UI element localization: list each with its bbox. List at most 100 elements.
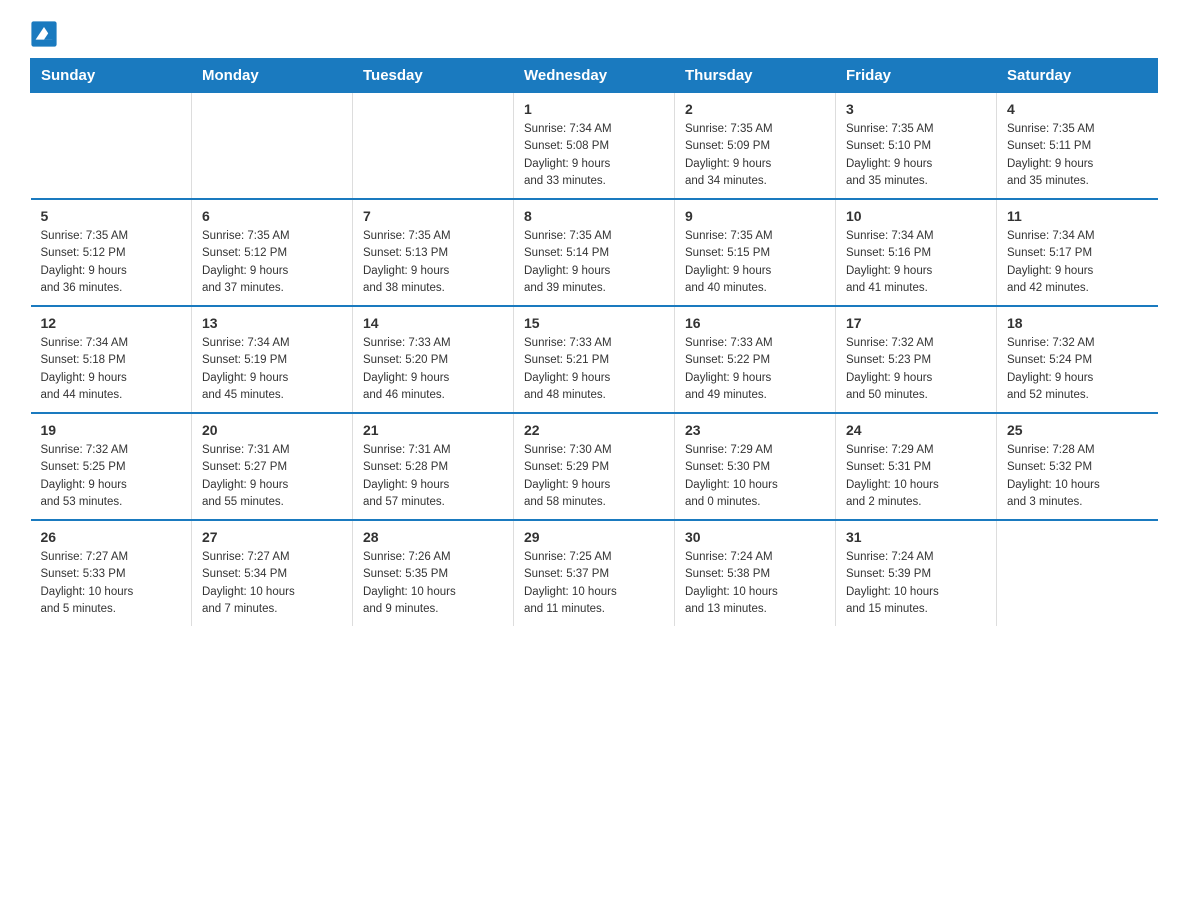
day-info: Sunrise: 7:35 AM Sunset: 5:13 PM Dayligh… xyxy=(363,228,503,297)
day-number: 25 xyxy=(1007,422,1148,438)
col-header-saturday: Saturday xyxy=(997,59,1158,93)
day-number: 12 xyxy=(41,315,182,331)
calendar-row-week-3: 12 Sunrise: 7:34 AM Sunset: 5:18 PM Dayli… xyxy=(31,306,1158,413)
day-info: Sunrise: 7:34 AM Sunset: 5:16 PM Dayligh… xyxy=(846,228,986,297)
col-header-friday: Friday xyxy=(836,59,997,93)
calendar-row-week-4: 19 Sunrise: 7:32 AM Sunset: 5:25 PM Dayli… xyxy=(31,413,1158,520)
day-info: Sunrise: 7:33 AM Sunset: 5:22 PM Dayligh… xyxy=(685,335,825,404)
col-header-sunday: Sunday xyxy=(31,59,192,93)
day-number: 17 xyxy=(846,315,986,331)
calendar-cell: 15 Sunrise: 7:33 AM Sunset: 5:21 PM Dayli… xyxy=(514,306,675,413)
day-info: Sunrise: 7:32 AM Sunset: 5:24 PM Dayligh… xyxy=(1007,335,1148,404)
day-info: Sunrise: 7:33 AM Sunset: 5:21 PM Dayligh… xyxy=(524,335,664,404)
day-number: 2 xyxy=(685,101,825,117)
day-info: Sunrise: 7:32 AM Sunset: 5:23 PM Dayligh… xyxy=(846,335,986,404)
calendar-cell: 20 Sunrise: 7:31 AM Sunset: 5:27 PM Dayli… xyxy=(192,413,353,520)
calendar-row-week-5: 26 Sunrise: 7:27 AM Sunset: 5:33 PM Dayli… xyxy=(31,520,1158,626)
day-number: 26 xyxy=(41,529,182,545)
day-number: 9 xyxy=(685,208,825,224)
day-number: 21 xyxy=(363,422,503,438)
day-number: 28 xyxy=(363,529,503,545)
day-number: 22 xyxy=(524,422,664,438)
day-number: 16 xyxy=(685,315,825,331)
calendar-cell: 9 Sunrise: 7:35 AM Sunset: 5:15 PM Daylig… xyxy=(675,199,836,306)
day-info: Sunrise: 7:34 AM Sunset: 5:08 PM Dayligh… xyxy=(524,121,664,190)
day-info: Sunrise: 7:24 AM Sunset: 5:38 PM Dayligh… xyxy=(685,549,825,618)
calendar-cell: 30Sunrise: 7:24 AM Sunset: 5:38 PM Dayli… xyxy=(675,520,836,626)
day-number: 6 xyxy=(202,208,342,224)
day-info: Sunrise: 7:26 AM Sunset: 5:35 PM Dayligh… xyxy=(363,549,503,618)
day-info: Sunrise: 7:27 AM Sunset: 5:34 PM Dayligh… xyxy=(202,549,342,618)
col-header-monday: Monday xyxy=(192,59,353,93)
calendar-cell: 1 Sunrise: 7:34 AM Sunset: 5:08 PM Daylig… xyxy=(514,93,675,200)
day-number: 8 xyxy=(524,208,664,224)
day-info: Sunrise: 7:27 AM Sunset: 5:33 PM Dayligh… xyxy=(41,549,182,618)
day-info: Sunrise: 7:30 AM Sunset: 5:29 PM Dayligh… xyxy=(524,442,664,511)
day-number: 14 xyxy=(363,315,503,331)
calendar-cell: 16 Sunrise: 7:33 AM Sunset: 5:22 PM Dayli… xyxy=(675,306,836,413)
calendar-cell: 23 Sunrise: 7:29 AM Sunset: 5:30 PM Dayli… xyxy=(675,413,836,520)
calendar-cell: 13 Sunrise: 7:34 AM Sunset: 5:19 PM Dayli… xyxy=(192,306,353,413)
calendar-table: SundayMondayTuesdayWednesdayThursdayFrid… xyxy=(30,58,1158,626)
calendar-cell: 7 Sunrise: 7:35 AM Sunset: 5:13 PM Daylig… xyxy=(353,199,514,306)
day-info: Sunrise: 7:24 AM Sunset: 5:39 PM Dayligh… xyxy=(846,549,986,618)
day-info: Sunrise: 7:25 AM Sunset: 5:37 PM Dayligh… xyxy=(524,549,664,618)
day-number: 4 xyxy=(1007,101,1148,117)
day-number: 18 xyxy=(1007,315,1148,331)
day-number: 11 xyxy=(1007,208,1148,224)
day-number: 23 xyxy=(685,422,825,438)
calendar-cell: 17 Sunrise: 7:32 AM Sunset: 5:23 PM Dayli… xyxy=(836,306,997,413)
day-number: 15 xyxy=(524,315,664,331)
day-info: Sunrise: 7:31 AM Sunset: 5:27 PM Dayligh… xyxy=(202,442,342,511)
calendar-cell: 25 Sunrise: 7:28 AM Sunset: 5:32 PM Dayli… xyxy=(997,413,1158,520)
calendar-cell: 4 Sunrise: 7:35 AM Sunset: 5:11 PM Daylig… xyxy=(997,93,1158,200)
calendar-cell xyxy=(192,93,353,200)
day-number: 3 xyxy=(846,101,986,117)
day-info: Sunrise: 7:35 AM Sunset: 5:12 PM Dayligh… xyxy=(41,228,182,297)
col-header-wednesday: Wednesday xyxy=(514,59,675,93)
day-number: 27 xyxy=(202,529,342,545)
calendar-cell xyxy=(997,520,1158,626)
col-header-thursday: Thursday xyxy=(675,59,836,93)
day-info: Sunrise: 7:34 AM Sunset: 5:18 PM Dayligh… xyxy=(41,335,182,404)
day-info: Sunrise: 7:33 AM Sunset: 5:20 PM Dayligh… xyxy=(363,335,503,404)
day-info: Sunrise: 7:34 AM Sunset: 5:19 PM Dayligh… xyxy=(202,335,342,404)
day-info: Sunrise: 7:35 AM Sunset: 5:11 PM Dayligh… xyxy=(1007,121,1148,190)
calendar-cell: 26 Sunrise: 7:27 AM Sunset: 5:33 PM Dayli… xyxy=(31,520,192,626)
calendar-cell xyxy=(31,93,192,200)
day-number: 7 xyxy=(363,208,503,224)
calendar-cell: 18 Sunrise: 7:32 AM Sunset: 5:24 PM Dayli… xyxy=(997,306,1158,413)
day-number: 19 xyxy=(41,422,182,438)
calendar-cell: 14 Sunrise: 7:33 AM Sunset: 5:20 PM Dayli… xyxy=(353,306,514,413)
day-number: 1 xyxy=(524,101,664,117)
day-info: Sunrise: 7:35 AM Sunset: 5:14 PM Dayligh… xyxy=(524,228,664,297)
day-number: 5 xyxy=(41,208,182,224)
day-number: 20 xyxy=(202,422,342,438)
day-info: Sunrise: 7:31 AM Sunset: 5:28 PM Dayligh… xyxy=(363,442,503,511)
day-info: Sunrise: 7:35 AM Sunset: 5:09 PM Dayligh… xyxy=(685,121,825,190)
calendar-cell: 5 Sunrise: 7:35 AM Sunset: 5:12 PM Daylig… xyxy=(31,199,192,306)
calendar-cell: 28 Sunrise: 7:26 AM Sunset: 5:35 PM Dayli… xyxy=(353,520,514,626)
calendar-cell: 10 Sunrise: 7:34 AM Sunset: 5:16 PM Dayli… xyxy=(836,199,997,306)
calendar-row-week-1: 1 Sunrise: 7:34 AM Sunset: 5:08 PM Daylig… xyxy=(31,93,1158,200)
day-info: Sunrise: 7:35 AM Sunset: 5:10 PM Dayligh… xyxy=(846,121,986,190)
col-header-tuesday: Tuesday xyxy=(353,59,514,93)
day-info: Sunrise: 7:35 AM Sunset: 5:15 PM Dayligh… xyxy=(685,228,825,297)
day-info: Sunrise: 7:35 AM Sunset: 5:12 PM Dayligh… xyxy=(202,228,342,297)
calendar-cell: 6 Sunrise: 7:35 AM Sunset: 5:12 PM Daylig… xyxy=(192,199,353,306)
calendar-cell: 21 Sunrise: 7:31 AM Sunset: 5:28 PM Dayli… xyxy=(353,413,514,520)
calendar-cell: 8 Sunrise: 7:35 AM Sunset: 5:14 PM Daylig… xyxy=(514,199,675,306)
calendar-header-row: SundayMondayTuesdayWednesdayThursdayFrid… xyxy=(31,59,1158,93)
day-info: Sunrise: 7:34 AM Sunset: 5:17 PM Dayligh… xyxy=(1007,228,1148,297)
calendar-cell: 24Sunrise: 7:29 AM Sunset: 5:31 PM Dayli… xyxy=(836,413,997,520)
calendar-cell xyxy=(353,93,514,200)
calendar-cell: 2 Sunrise: 7:35 AM Sunset: 5:09 PM Daylig… xyxy=(675,93,836,200)
day-info: Sunrise: 7:29 AM Sunset: 5:30 PM Dayligh… xyxy=(685,442,825,511)
day-number: 10 xyxy=(846,208,986,224)
page-header xyxy=(30,20,1158,48)
calendar-cell: 31Sunrise: 7:24 AM Sunset: 5:39 PM Dayli… xyxy=(836,520,997,626)
calendar-cell: 29Sunrise: 7:25 AM Sunset: 5:37 PM Dayli… xyxy=(514,520,675,626)
day-number: 13 xyxy=(202,315,342,331)
day-info: Sunrise: 7:28 AM Sunset: 5:32 PM Dayligh… xyxy=(1007,442,1148,511)
day-info: Sunrise: 7:32 AM Sunset: 5:25 PM Dayligh… xyxy=(41,442,182,511)
